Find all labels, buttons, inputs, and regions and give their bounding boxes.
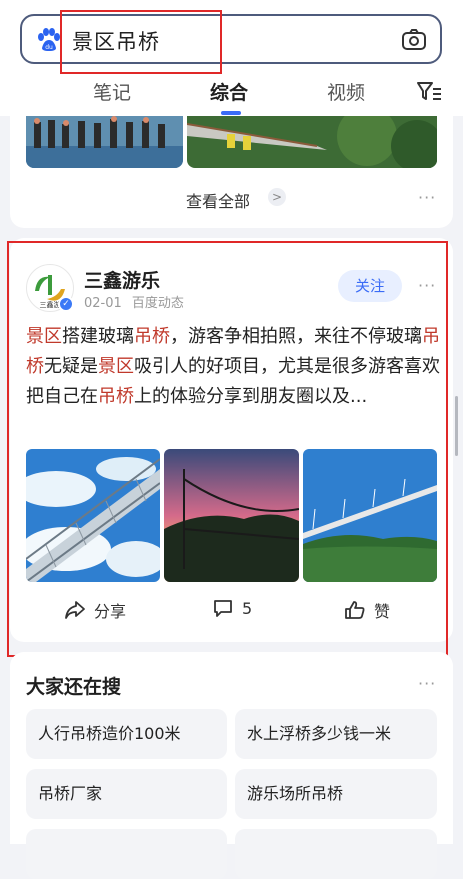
top-bar: du 景区吊桥 笔记 综合 视频 [0, 0, 463, 116]
related-searches-card: 大家还在搜 ··· 人行吊桥造价100米 水上浮桥多少钱一米 吊桥厂家 游乐场所… [10, 652, 453, 879]
related-item[interactable]: 水上浮桥多少钱一米 [235, 709, 437, 759]
bridge-crowd-image[interactable] [26, 116, 183, 168]
related-more-icon[interactable]: ··· [418, 674, 436, 693]
related-item-partial[interactable] [26, 829, 227, 879]
view-all-link[interactable]: 查看全部 [186, 188, 250, 212]
related-item-partial[interactable] [235, 829, 437, 879]
chevron-right-icon[interactable]: > [268, 188, 286, 206]
tab-notes[interactable]: 笔记 [93, 78, 131, 105]
filter-icon[interactable] [416, 80, 442, 102]
bridge-forest-image[interactable] [187, 116, 437, 168]
tab-active-indicator [221, 111, 241, 115]
tab-all[interactable]: 综合 [210, 78, 248, 105]
tab-video[interactable]: 视频 [327, 78, 365, 105]
svg-text:du: du [45, 44, 53, 51]
more-options-icon[interactable]: ··· [418, 188, 436, 207]
tab-bar: 笔记 综合 视频 [0, 78, 463, 115]
previous-result-card: 查看全部 > ··· [10, 116, 453, 228]
camera-icon[interactable] [400, 26, 428, 54]
scrollbar[interactable] [455, 396, 458, 456]
search-highlight-box [60, 10, 222, 74]
related-item[interactable]: 吊桥厂家 [26, 769, 227, 819]
related-searches-title: 大家还在搜 [26, 676, 122, 698]
post-highlight-box [7, 241, 448, 657]
related-item[interactable]: 游乐场所吊桥 [235, 769, 437, 819]
related-item[interactable]: 人行吊桥造价100米 [26, 709, 227, 759]
baidu-paw-icon[interactable]: du [36, 28, 62, 52]
